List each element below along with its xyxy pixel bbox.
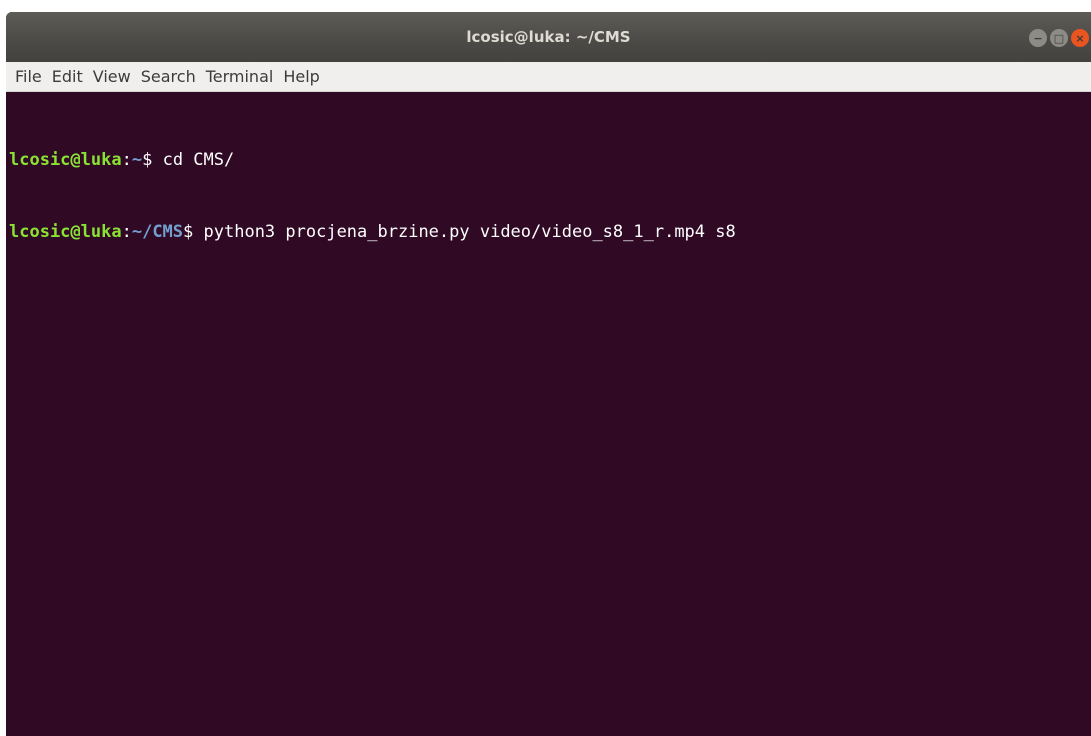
maximize-icon: □ xyxy=(1053,31,1065,45)
menu-bar: File Edit View Search Terminal Help xyxy=(6,62,1091,92)
menu-help[interactable]: Help xyxy=(279,67,323,86)
prompt-path: ~/CMS xyxy=(131,222,184,242)
prompt-path: ~ xyxy=(131,150,143,170)
menu-terminal[interactable]: Terminal xyxy=(202,67,278,86)
prompt-colon: : xyxy=(121,222,132,242)
terminal-output[interactable]: lcosic@luka:~$ cd CMS/ lcosic@luka:~/CMS… xyxy=(6,92,1091,736)
terminal-window: lcosic@luka: ~/CMS − □ × File Edit View … xyxy=(6,12,1091,736)
close-icon: × xyxy=(1075,31,1085,45)
close-button[interactable]: × xyxy=(1071,29,1089,47)
minimize-button[interactable]: − xyxy=(1029,29,1047,47)
prompt-symbol: $ xyxy=(142,150,153,170)
prompt-user: lcosic@luka xyxy=(9,150,122,170)
maximize-button[interactable]: □ xyxy=(1050,29,1068,47)
command-text: cd CMS/ xyxy=(152,150,235,170)
menu-file[interactable]: File xyxy=(11,67,46,86)
command-text: python3 procjena_brzine.py video/video_s… xyxy=(193,222,736,242)
prompt-symbol: $ xyxy=(183,222,194,242)
prompt-user: lcosic@luka xyxy=(9,222,122,242)
minimize-icon: − xyxy=(1033,31,1043,45)
menu-edit[interactable]: Edit xyxy=(48,67,87,86)
terminal-line: lcosic@luka:~/CMS$ python3 procjena_brzi… xyxy=(9,220,1091,244)
terminal-line: lcosic@luka:~$ cd CMS/ xyxy=(9,148,1091,172)
window-title: lcosic@luka: ~/CMS xyxy=(466,28,631,46)
window-controls: − □ × xyxy=(1029,29,1089,47)
menu-view[interactable]: View xyxy=(89,67,135,86)
title-bar[interactable]: lcosic@luka: ~/CMS − □ × xyxy=(6,12,1091,62)
prompt-colon: : xyxy=(121,150,132,170)
menu-search[interactable]: Search xyxy=(137,67,200,86)
